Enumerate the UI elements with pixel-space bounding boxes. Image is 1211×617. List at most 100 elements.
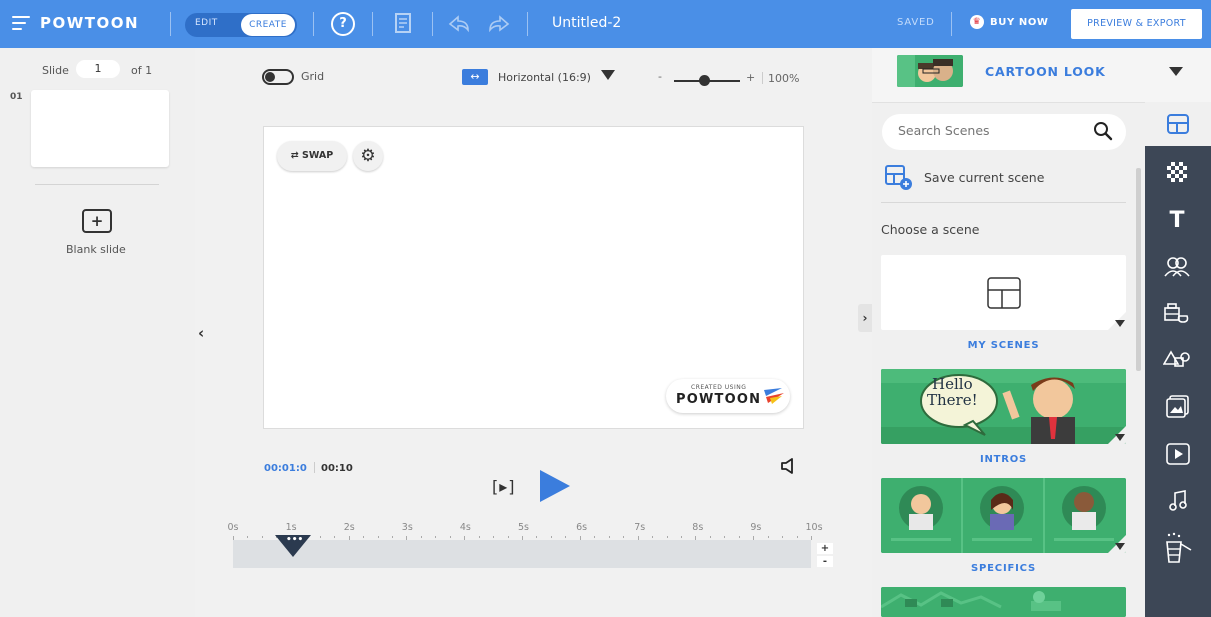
undo-icon[interactable] — [448, 14, 470, 34]
timeline-zoom-out-button[interactable]: - — [817, 556, 833, 567]
create-mode-button[interactable]: CREATE — [241, 14, 295, 36]
zoom-value: 100% — [768, 72, 800, 85]
backgrounds-icon[interactable] — [1167, 162, 1187, 182]
add-blank-slide-icon[interactable]: + — [82, 209, 112, 233]
timeline-tick-label: 5s — [518, 522, 529, 533]
divider — [951, 12, 952, 36]
chevron-down-icon[interactable] — [1115, 434, 1125, 441]
gear-icon[interactable]: ⚙ — [353, 141, 383, 171]
choose-scene-heading: Choose a scene — [881, 222, 980, 237]
specifics-illustration — [881, 478, 1126, 553]
music-icon[interactable] — [1168, 490, 1188, 512]
search-input[interactable] — [898, 123, 1078, 138]
zoom-out-button[interactable]: - — [658, 70, 662, 83]
collapse-left-panel-button[interactable]: ‹ — [198, 324, 204, 342]
intro-bubble-text: Hello There! — [927, 376, 978, 408]
timeline-minor-tick — [738, 536, 740, 538]
chevron-down-icon[interactable] — [1169, 67, 1183, 76]
look-label[interactable]: CARTOON LOOK — [985, 64, 1106, 79]
zoom-slider-handle[interactable] — [698, 75, 710, 86]
divider — [314, 462, 315, 473]
playhead-grip: ••• — [286, 535, 304, 545]
chevron-down-icon[interactable] — [1115, 320, 1125, 327]
intros-illustration — [881, 369, 1126, 444]
play-scene-button[interactable]: [▸] — [492, 477, 516, 496]
video-icon[interactable] — [1166, 443, 1190, 465]
timeline-tick-label: 6s — [576, 522, 588, 533]
divider — [170, 12, 171, 36]
props-icon[interactable] — [1163, 302, 1191, 326]
timeline-tick-label: 0s — [227, 522, 239, 533]
text-icon[interactable]: T — [1163, 209, 1191, 233]
timeline-tick-label: 9s — [750, 522, 762, 533]
shapes-icon[interactable] — [1163, 348, 1191, 372]
timeline-minor-tick — [782, 536, 784, 538]
timeline-minor-tick — [680, 536, 682, 538]
orientation-icon[interactable]: ↔ — [462, 69, 488, 85]
specifics-label[interactable]: SPECIFICS — [881, 563, 1126, 574]
divider — [881, 202, 1126, 203]
timeline-minor-tick — [493, 536, 495, 538]
timeline-tick-label: 4s — [459, 522, 471, 533]
timeline-minor-tick — [767, 536, 769, 538]
redo-icon[interactable] — [488, 14, 510, 34]
chevron-down-icon[interactable] — [601, 70, 615, 80]
timeline-tick-label: 1s — [285, 522, 297, 533]
divider — [372, 12, 373, 36]
total-time: 00:10 — [321, 463, 353, 474]
timeline-track[interactable] — [233, 540, 811, 568]
timeline-minor-tick — [435, 536, 437, 538]
save-scene-button[interactable]: Save current scene — [924, 170, 1044, 185]
slide-thumbnail[interactable] — [31, 90, 169, 167]
current-time: 00:01:0 — [264, 463, 307, 474]
intros-card[interactable]: Hello There! — [881, 369, 1126, 444]
orientation-select[interactable]: Horizontal (16:9) — [498, 71, 591, 84]
intros-label[interactable]: INTROS — [881, 454, 1126, 465]
timeline-minor-tick — [709, 536, 711, 538]
swap-icon: ⇄ — [290, 150, 303, 161]
document-title[interactable]: Untitled-2 — [552, 15, 621, 31]
timeline-minor-tick — [652, 536, 654, 538]
timeline-minor-tick — [391, 536, 393, 538]
scrollbar[interactable] — [1136, 168, 1141, 371]
timeline-minor-tick — [319, 536, 321, 538]
search-icon[interactable] — [1093, 121, 1113, 141]
add-blank-slide-label[interactable]: Blank slide — [66, 243, 126, 256]
my-scenes-card[interactable] — [881, 255, 1126, 330]
media-icon[interactable] — [1166, 394, 1190, 418]
intro-bubble-line-2: There! — [927, 391, 978, 409]
menu-icon[interactable] — [12, 16, 30, 30]
notes-icon[interactable] — [395, 13, 413, 35]
timeline-minor-tick — [377, 536, 379, 538]
timeline-minor-tick — [666, 536, 668, 538]
scenes-icon[interactable] — [1166, 113, 1190, 135]
volume-icon[interactable] — [780, 457, 796, 475]
grid-toggle[interactable] — [262, 69, 294, 85]
preview-export-button[interactable]: PREVIEW & EXPORT — [1071, 9, 1202, 39]
specials-icon[interactable] — [1163, 532, 1193, 566]
saved-status: SAVED — [897, 17, 935, 28]
zoom-in-button[interactable]: + — [746, 71, 755, 84]
play-icon[interactable] — [540, 470, 570, 502]
help-icon[interactable]: ? — [331, 12, 355, 36]
collapse-right-panel-button[interactable]: › — [858, 304, 872, 332]
more-scenes-card[interactable] — [881, 587, 1126, 617]
specifics-card[interactable] — [881, 478, 1126, 553]
slide-number-input[interactable]: 1 — [76, 60, 120, 78]
buy-now-button[interactable]: ♛ BUY NOW — [970, 15, 1049, 29]
chevron-down-icon[interactable] — [1115, 543, 1125, 550]
timeline-zoom-in-button[interactable]: + — [817, 543, 833, 554]
edit-mode-button[interactable]: EDIT — [195, 18, 218, 28]
crown-icon: ♛ — [970, 15, 984, 29]
swap-button[interactable]: ⇄ SWAP — [277, 141, 347, 171]
app-logo: POWTOON — [40, 14, 140, 32]
save-scene-icon[interactable] — [885, 165, 913, 191]
buy-now-label: BUY NOW — [990, 16, 1049, 28]
timeline-minor-tick — [261, 536, 263, 538]
cartoon-look-thumbnail[interactable] — [897, 55, 963, 87]
my-scenes-label[interactable]: MY SCENES — [881, 340, 1126, 351]
top-bar: POWTOON EDIT CREATE ? Untitled-2 SAVED ♛… — [0, 0, 1211, 48]
divider — [313, 12, 314, 36]
watermark-caption: CREATED USING — [691, 384, 747, 391]
characters-icon[interactable] — [1164, 256, 1190, 278]
